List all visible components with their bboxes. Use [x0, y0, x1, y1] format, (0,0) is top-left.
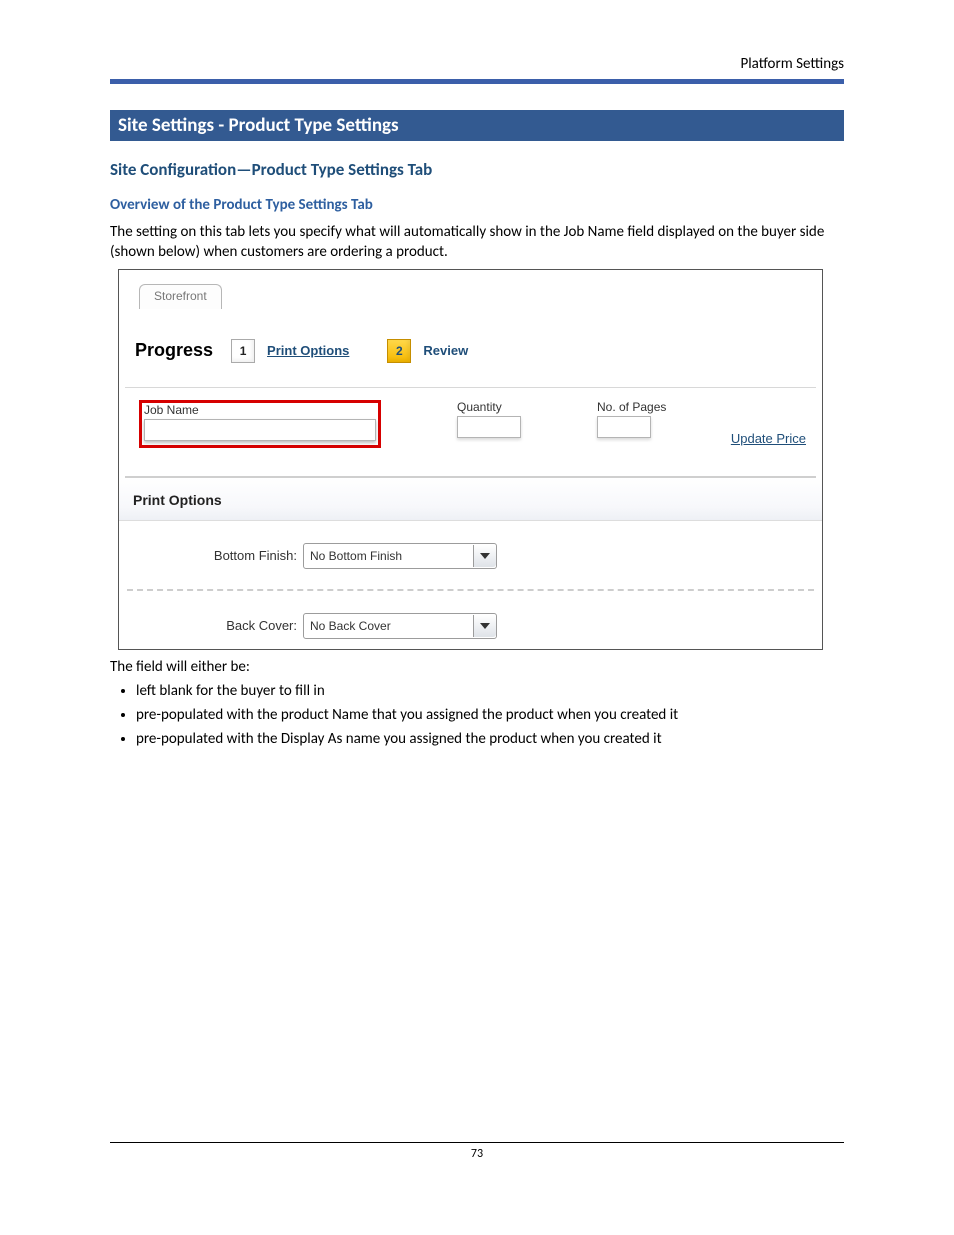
header-rule — [110, 79, 844, 84]
fields-row: Job Name Quantity No. of Pages Update Pr… — [125, 388, 816, 478]
job-name-label: Job Name — [144, 403, 376, 417]
option-row-bottom-finish: Bottom Finish: No Bottom Finish — [127, 521, 814, 591]
bottom-finish-label: Bottom Finish: — [137, 548, 303, 563]
running-header: Platform Settings — [110, 55, 844, 73]
heading-level-3: Overview of the Product Type Settings Ta… — [110, 196, 844, 214]
post-screenshot-text: The field will either be: — [110, 658, 844, 676]
list-item: left blank for the buyer to fill in — [136, 682, 844, 700]
step-1-link[interactable]: Print Options — [267, 343, 349, 358]
step-2-box: 2 — [387, 339, 411, 363]
bullet-list: left blank for the buyer to fill in pre-… — [110, 682, 844, 748]
progress-row: Progress 1 Print Options 2 Review — [125, 309, 816, 388]
progress-label: Progress — [135, 340, 213, 361]
section-banner: Site Settings - Product Type Settings — [110, 110, 844, 141]
chevron-down-icon[interactable] — [473, 545, 496, 567]
intro-paragraph: The setting on this tab lets you specify… — [110, 222, 844, 263]
quantity-input[interactable] — [457, 416, 521, 438]
list-item: pre-populated with the Display As name y… — [136, 730, 844, 748]
back-cover-label: Back Cover: — [137, 618, 303, 633]
bottom-finish-value: No Bottom Finish — [304, 549, 473, 563]
update-price-link[interactable]: Update Price — [731, 431, 806, 446]
page-footer: 73 — [110, 1142, 844, 1161]
embedded-screenshot: Storefront Progress 1 Print Options 2 Re… — [118, 269, 823, 650]
tab-storefront[interactable]: Storefront — [139, 284, 222, 309]
step-1-box: 1 — [231, 339, 255, 363]
bottom-finish-dropdown[interactable]: No Bottom Finish — [303, 543, 497, 569]
back-cover-value: No Back Cover — [304, 619, 473, 633]
back-cover-dropdown[interactable]: No Back Cover — [303, 613, 497, 639]
print-options-header: Print Options — [119, 478, 822, 521]
option-row-back-cover: Back Cover: No Back Cover — [127, 591, 814, 649]
pages-label: No. of Pages — [597, 400, 666, 414]
quantity-label: Quantity — [457, 400, 521, 414]
list-item: pre-populated with the product Name that… — [136, 706, 844, 724]
job-name-input[interactable] — [144, 419, 376, 441]
job-name-highlight: Job Name — [139, 400, 381, 448]
step-2-link[interactable]: Review — [423, 343, 468, 358]
heading-level-2: Site Configuration—Product Type Settings… — [110, 159, 844, 180]
pages-input[interactable] — [597, 416, 651, 438]
chevron-down-icon[interactable] — [473, 615, 496, 637]
page-number: 73 — [471, 1147, 483, 1161]
